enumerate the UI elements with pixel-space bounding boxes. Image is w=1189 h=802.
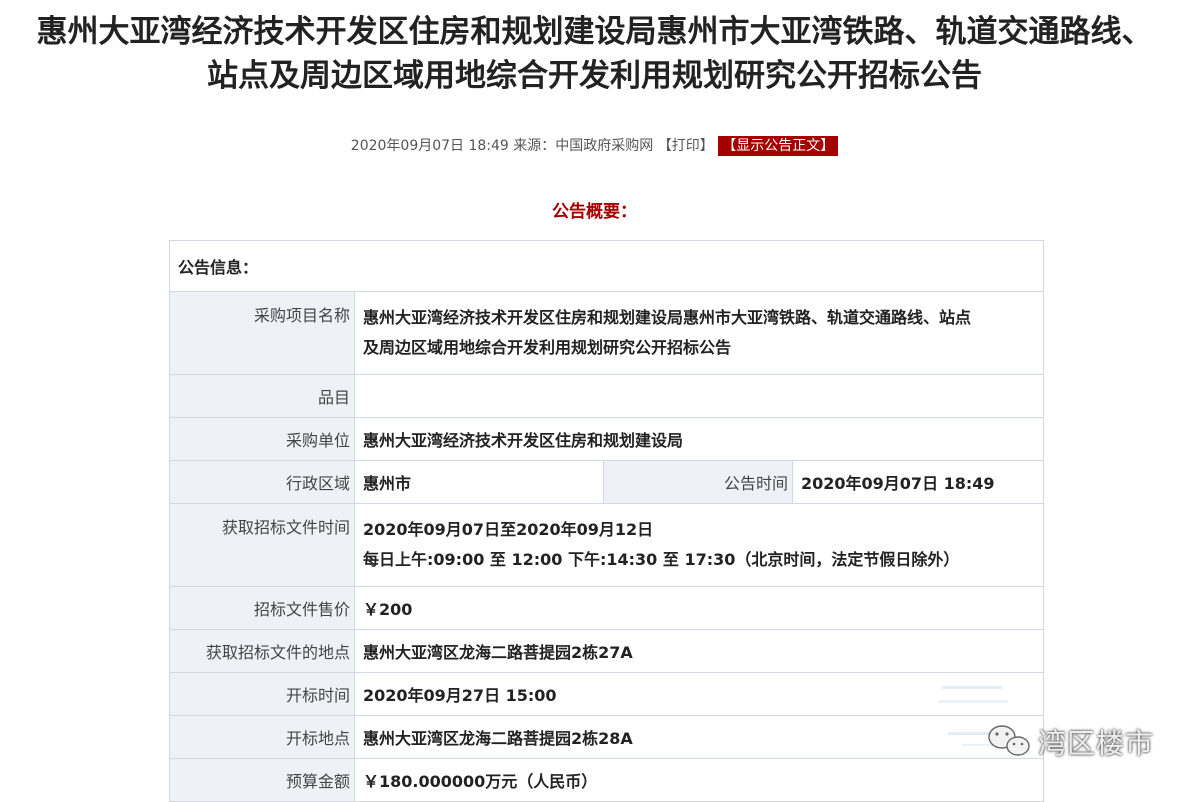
region-value: 惠州市 [354, 460, 604, 504]
announce-time-value: 2020年09月07日 18:49 [792, 460, 1044, 504]
category-label: 品目 [169, 374, 355, 418]
doc-time-line-1: 2020年09月07日至2020年09月12日 [363, 520, 654, 539]
section-head: 公告信息： [169, 240, 1044, 292]
meta-bar: 2020年09月07日 18:49 来源：中国政府采购网 【打印】 【显示公告正… [0, 136, 1189, 156]
doc-place-value: 惠州大亚湾区龙海二路菩提园2栋27A [354, 629, 1044, 673]
table-row: 获取招标文件的地点 惠州大亚湾区龙海二路菩提园2栋27A [169, 629, 1044, 673]
doc-price-value: ￥200 [354, 586, 1044, 630]
purchaser-value: 惠州大亚湾经济技术开发区住房和规划建设局 [354, 417, 1044, 461]
announce-time-label: 公告时间 [603, 460, 793, 504]
summary-heading: 公告概要： [552, 202, 637, 222]
doc-time-label: 获取招标文件时间 [169, 503, 355, 587]
open-time-label: 开标时间 [169, 672, 355, 716]
purchaser-label: 采购单位 [169, 417, 355, 461]
project-name-line-1: 惠州大亚湾经济技术开发区住房和规划建设局惠州市大亚湾铁路、轨道交通路线、站点 [363, 308, 972, 327]
project-name-line-2: 及周边区域用地综合开发利用规划研究公开招标公告 [363, 338, 732, 357]
table-row: 预算金额 ￥180.000000万元（人民币） [169, 758, 1044, 802]
doc-price-label: 招标文件售价 [169, 586, 355, 630]
doc-time-value: 2020年09月07日至2020年09月12日 每日上午:09:00 至 12:… [354, 503, 1044, 587]
table-row: 采购单位 惠州大亚湾经济技术开发区住房和规划建设局 [169, 417, 1044, 461]
title-line-1: 惠州大亚湾经济技术开发区住房和规划建设局惠州市大亚湾铁路、轨道交通路线、 [36, 14, 1153, 50]
show-full-text-button[interactable]: 【显示公告正文】 [718, 136, 839, 156]
category-value [354, 374, 1044, 418]
open-place-label: 开标地点 [169, 715, 355, 759]
title-line-2: 站点及周边区域用地综合开发利用规划研究公开招标公告 [207, 58, 982, 94]
watermark-text: 湾区楼市 [1038, 727, 1155, 760]
announcement-info-table: 公告信息： 采购项目名称 惠州大亚湾经济技术开发区住房和规划建设局惠州市大亚湾铁… [169, 240, 1044, 802]
doc-time-line-2: 每日上午:09:00 至 12:00 下午:14:30 至 17:30（北京时间… [363, 550, 960, 569]
project-name-label: 采购项目名称 [169, 291, 355, 375]
table-row: 采购项目名称 惠州大亚湾经济技术开发区住房和规划建设局惠州市大亚湾铁路、轨道交通… [169, 291, 1044, 375]
budget-label: 预算金额 [169, 758, 355, 802]
table-row: 招标文件售价 ￥200 [169, 586, 1044, 630]
region-label: 行政区域 [169, 460, 355, 504]
doc-place-label: 获取招标文件的地点 [169, 629, 355, 673]
publish-datetime: 2020年09月07日 18:49 [350, 138, 509, 154]
print-link[interactable]: 【打印】 [658, 138, 714, 154]
table-row: 开标地点 惠州大亚湾区龙海二路菩提园2栋28A [169, 715, 1044, 759]
table-row: 获取招标文件时间 2020年09月07日至2020年09月12日 每日上午:09… [169, 503, 1044, 587]
project-name-value: 惠州大亚湾经济技术开发区住房和规划建设局惠州市大亚湾铁路、轨道交通路线、站点 及… [354, 291, 1044, 375]
table-row: 行政区域 惠州市 公告时间 2020年09月07日 18:49 [169, 460, 1044, 504]
page-title: 惠州大亚湾经济技术开发区住房和规划建设局惠州市大亚湾铁路、轨道交通路线、 站点及… [0, 10, 1189, 98]
source-text: 来源：中国政府采购网 [513, 138, 654, 154]
table-row: 开标时间 2020年09月27日 15:00 [169, 672, 1044, 716]
table-row: 品目 [169, 374, 1044, 418]
